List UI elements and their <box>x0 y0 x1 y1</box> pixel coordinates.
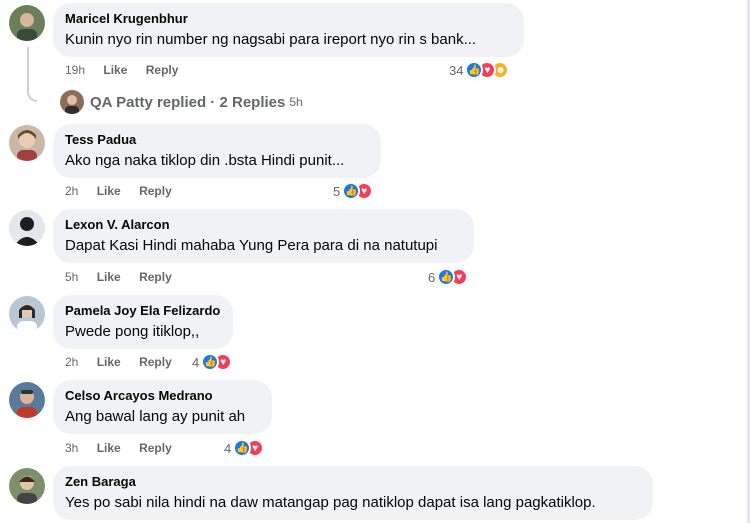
comment-actions: 2h Like Reply <box>65 184 187 198</box>
reaction-count: 4 <box>192 354 200 370</box>
comment-time[interactable]: 3h <box>65 441 78 455</box>
reply-button[interactable]: Reply <box>139 184 172 198</box>
comment-actions: 3h Like Reply <box>65 441 187 455</box>
comment-text: Ang bawal lang ay punit ah <box>65 408 246 425</box>
avatar[interactable] <box>9 210 45 246</box>
like-button[interactable]: Like <box>97 270 121 284</box>
avatar <box>60 90 84 114</box>
comment-author[interactable]: Tess Padua <box>65 132 369 148</box>
comment-bubble: Zen Baraga Yes po sabi nila hindi na daw… <box>53 466 653 520</box>
comment-bubble: Pamela Joy Ela Felizardo Pwede pong itik… <box>53 295 233 349</box>
comment-time[interactable]: 19h <box>65 63 85 77</box>
thread-connector <box>27 47 37 102</box>
reaction-summary[interactable]: 4 👍 ♥ <box>192 353 233 371</box>
like-button[interactable]: Like <box>97 355 121 369</box>
view-replies-link[interactable]: QA Patty replied · 2 Replies 5h <box>60 90 303 114</box>
reaction-summary[interactable]: 34 👍 ♥ ☻ <box>449 61 510 79</box>
comment-author[interactable]: Pamela Joy Ela Felizardo <box>65 303 221 319</box>
avatar[interactable] <box>9 296 45 332</box>
comment-time[interactable]: 2h <box>65 355 78 369</box>
comment-author[interactable]: Lexon V. Alarcon <box>65 217 462 233</box>
comment-author[interactable]: Celso Arcayos Medrano <box>65 388 260 404</box>
replies-text: QA Patty replied · 2 Replies <box>90 93 286 111</box>
comment-time[interactable]: 5h <box>65 270 78 284</box>
reaction-count: 6 <box>428 269 436 285</box>
reaction-count: 4 <box>224 440 232 456</box>
replies-time: 5h <box>289 95 303 109</box>
comment-actions: 2h Like Reply <box>65 355 187 369</box>
reply-button[interactable]: Reply <box>139 270 172 284</box>
comment-actions: 5h Like Reply <box>65 270 187 284</box>
comment-bubble: Celso Arcayos Medrano Ang bawal lang ay … <box>53 380 272 434</box>
reaction-summary[interactable]: 6 👍 ♥ <box>428 268 469 286</box>
reaction-count: 34 <box>449 62 464 78</box>
avatar[interactable] <box>9 468 45 504</box>
comment-bubble: Tess Padua Ako nga naka tiklop din .bsta… <box>53 124 381 178</box>
comment-bubble: Lexon V. Alarcon Dapat Kasi Hindi mahaba… <box>53 209 474 263</box>
comment-time[interactable]: 2h <box>65 184 78 198</box>
comment-actions: 19h Like Reply <box>65 63 193 77</box>
reply-button[interactable]: Reply <box>146 63 179 77</box>
comment-text: Pwede pong itiklop,, <box>65 323 200 340</box>
avatar[interactable] <box>9 5 45 41</box>
reply-button[interactable]: Reply <box>139 355 172 369</box>
comment-author[interactable]: Maricel Krugenbhur <box>65 11 512 27</box>
like-button[interactable]: Like <box>97 184 121 198</box>
like-button[interactable]: Like <box>97 441 121 455</box>
reply-button[interactable]: Reply <box>139 441 172 455</box>
comment-bubble: Maricel Krugenbhur Kunin nyo rin number … <box>53 3 524 57</box>
avatar[interactable] <box>9 125 45 161</box>
comment-text: Yes po sabi nila hindi na daw matangap p… <box>65 494 596 511</box>
comment-text: Kunin nyo rin number ng nagsabi para ire… <box>65 31 477 48</box>
reaction-summary[interactable]: 4 👍 ♥ <box>224 439 265 457</box>
comment-text: Dapat Kasi Hindi mahaba Yung Pera para d… <box>65 237 438 254</box>
like-button[interactable]: Like <box>103 63 127 77</box>
reaction-summary[interactable]: 5 👍 ♥ <box>333 182 374 200</box>
reaction-count: 5 <box>333 183 341 199</box>
comment-text: Ako nga naka tiklop din .bsta Hindi puni… <box>65 152 345 169</box>
avatar[interactable] <box>9 382 45 418</box>
comment-author[interactable]: Zen Baraga <box>65 474 641 490</box>
